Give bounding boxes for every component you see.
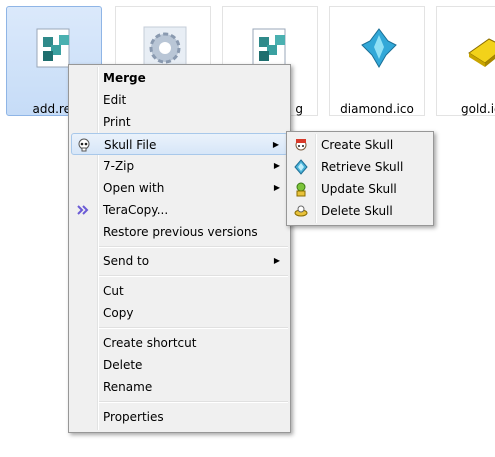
file-name: add.re	[32, 102, 71, 116]
menu-item-print[interactable]: Print	[71, 111, 288, 133]
menu-item-delete[interactable]: Delete	[71, 354, 288, 376]
menu-separator	[99, 401, 288, 403]
menu-item-restore-previous[interactable]: Restore previous versions	[71, 221, 288, 243]
create-skull-icon	[295, 139, 307, 151]
skull-icon	[78, 138, 90, 152]
menu-item-properties[interactable]: Properties	[71, 406, 288, 428]
menu-item-7zip[interactable]: 7-Zip ▶	[71, 155, 288, 177]
menu-item-edit[interactable]: Edit	[71, 89, 288, 111]
file-name: gold.ic	[461, 102, 495, 116]
gold-icon	[468, 38, 495, 67]
menu-item-skull-file[interactable]: Skull File ▶	[71, 133, 288, 155]
diamond-icon	[361, 28, 397, 68]
menu-item-send-to[interactable]: Send to ▶	[71, 250, 288, 272]
file-tile-diamond[interactable]: diamond.ico	[329, 6, 425, 116]
file-name: g	[295, 102, 303, 116]
menu-separator	[99, 327, 288, 329]
delete-skull-icon	[294, 205, 308, 217]
retrieve-skull-icon	[294, 159, 308, 175]
update-skull-icon	[296, 182, 306, 197]
menu-item-teracopy[interactable]: TeraCopy...	[71, 199, 288, 221]
file-name: diamond.ico	[340, 102, 414, 116]
submenu-arrow-icon: ▶	[273, 161, 280, 170]
submenu-item-create-skull[interactable]: Create Skull	[289, 134, 431, 156]
menu-item-copy[interactable]: Copy	[71, 302, 288, 324]
submenu-arrow-icon: ▶	[272, 140, 279, 149]
menu-item-create-shortcut[interactable]: Create shortcut	[71, 332, 288, 354]
context-menu: Merge Edit Print Skull File ▶ 7-Zip ▶ Op…	[68, 64, 291, 433]
menu-separator	[99, 275, 288, 277]
file-tile-gold[interactable]: gold.ic	[436, 6, 495, 116]
menu-separator	[99, 246, 288, 248]
menu-item-open-with[interactable]: Open with ▶	[71, 177, 288, 199]
menu-item-cut[interactable]: Cut	[71, 280, 288, 302]
menu-item-merge[interactable]: Merge	[71, 67, 288, 89]
submenu-item-update-skull[interactable]: Update Skull	[289, 178, 431, 200]
submenu-arrow-icon: ▶	[273, 183, 280, 192]
submenu-item-delete-skull[interactable]: Delete Skull	[289, 200, 431, 222]
menu-item-rename[interactable]: Rename	[71, 376, 288, 398]
submenu-item-retrieve-skull[interactable]: Retrieve Skull	[289, 156, 431, 178]
teracopy-icon	[77, 205, 89, 215]
submenu-arrow-icon: ▶	[273, 256, 280, 265]
skull-file-submenu: Create Skull Retrieve Skull Update Skull…	[286, 131, 434, 226]
